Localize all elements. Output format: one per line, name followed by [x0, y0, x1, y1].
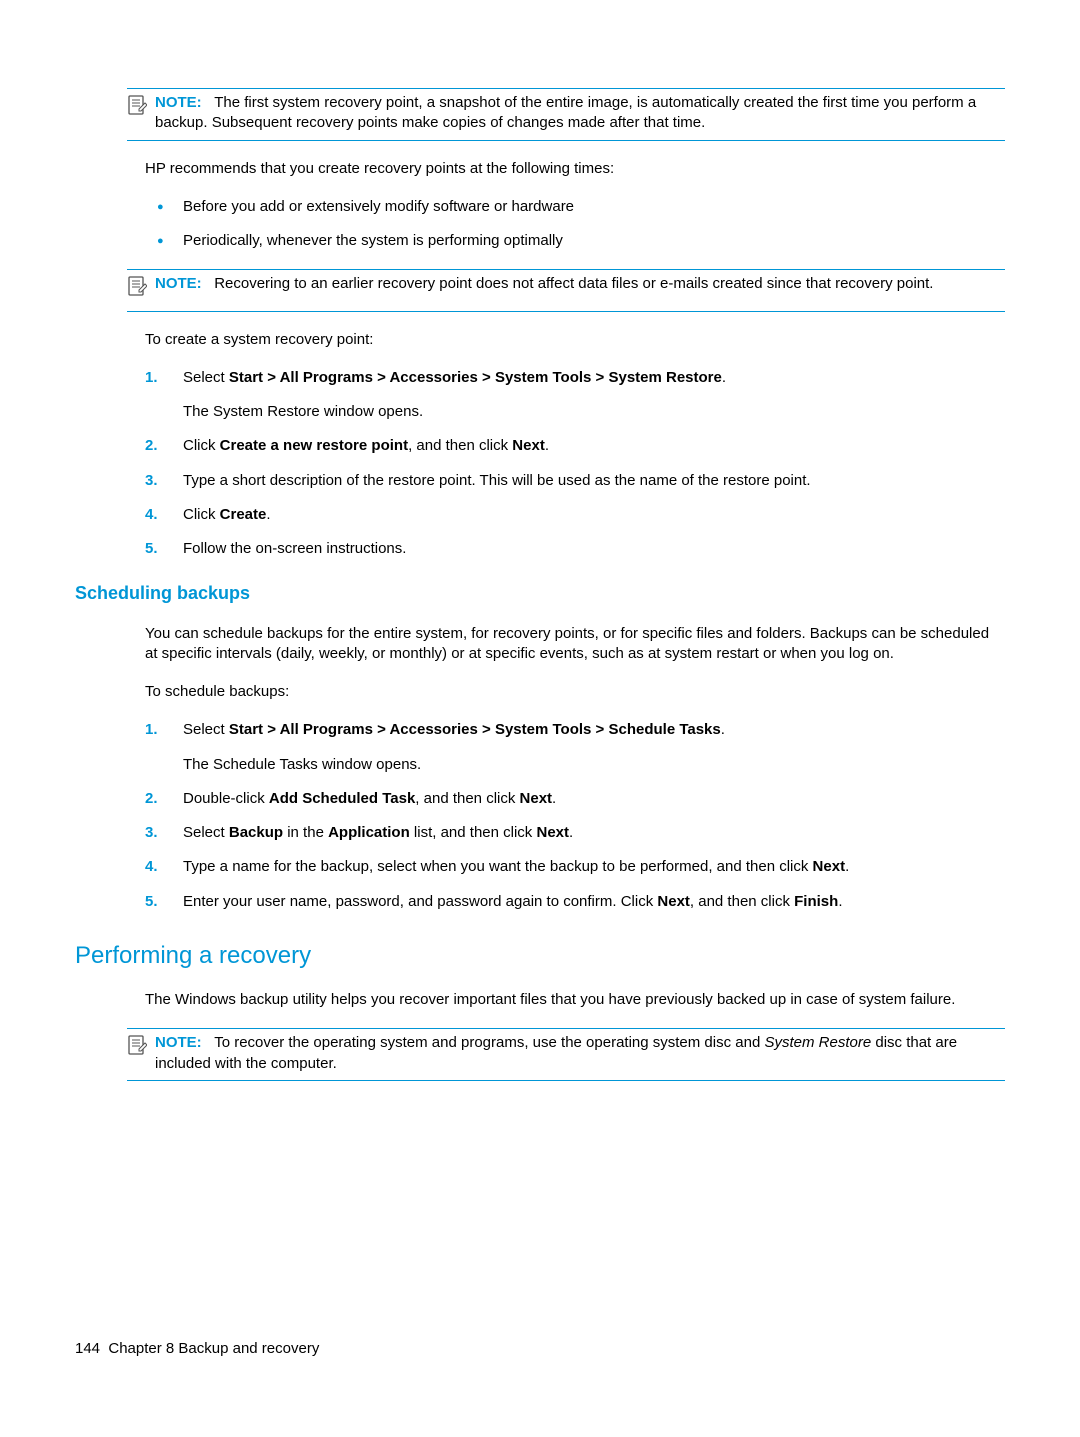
step-subtext: The Schedule Tasks window opens.: [183, 755, 1005, 775]
list-item: Enter your user name, password, and pass…: [145, 892, 1005, 912]
step-text: Double-click: [183, 790, 269, 807]
step-text: .: [266, 506, 270, 523]
note-body: Recovering to an earlier recovery point …: [214, 275, 933, 292]
page-footer: 144 Chapter 8 Backup and recovery: [75, 1339, 319, 1359]
note-text: NOTE: The first system recovery point, a…: [155, 93, 1005, 134]
step-bold: Start > All Programs > Accessories > Sys…: [229, 369, 722, 386]
note-text: NOTE: Recovering to an earlier recovery …: [155, 274, 1005, 304]
step-bold: Next: [520, 790, 553, 807]
document-page: NOTE: The first system recovery point, a…: [0, 0, 1080, 1437]
note-body-em: System Restore: [764, 1034, 871, 1051]
step-text: Type a name for the backup, select when …: [183, 858, 813, 875]
list-item: Select Start > All Programs > Accessorie…: [145, 720, 1005, 775]
step-text: .: [721, 721, 725, 738]
step-bold: Next: [657, 893, 690, 910]
ordered-list: Select Start > All Programs > Accessorie…: [145, 720, 1005, 912]
note-label: NOTE:: [155, 275, 202, 292]
step-text: Select: [183, 721, 229, 738]
note-box: NOTE: Recovering to an earlier recovery …: [127, 269, 1005, 311]
step-text: , and then click: [690, 893, 794, 910]
list-item: Click Create a new restore point, and th…: [145, 436, 1005, 456]
step-text: , and then click: [408, 437, 512, 454]
list-item: Before you add or extensively modify sof…: [145, 197, 1005, 217]
step-text: Enter your user name, password, and pass…: [183, 893, 657, 910]
step-bold: Next: [512, 437, 545, 454]
heading-scheduling: Scheduling backups: [75, 581, 1005, 605]
note-label: NOTE:: [155, 94, 202, 111]
paragraph: You can schedule backups for the entire …: [145, 624, 1005, 665]
step-bold: Next: [536, 824, 569, 841]
step-text: list, and then click: [410, 824, 537, 841]
list-item: Double-click Add Scheduled Task, and the…: [145, 789, 1005, 809]
step-text: .: [845, 858, 849, 875]
step-text: .: [545, 437, 549, 454]
step-text: Select: [183, 369, 229, 386]
step-bold: Finish: [794, 893, 838, 910]
step-bold: Application: [328, 824, 410, 841]
note-text: NOTE: To recover the operating system an…: [155, 1033, 1005, 1074]
page-content: NOTE: The first system recovery point, a…: [75, 88, 1005, 1081]
step-bold: Start > All Programs > Accessories > Sys…: [229, 721, 721, 738]
step-text: Click: [183, 506, 220, 523]
list-item: Click Create.: [145, 505, 1005, 525]
ordered-list: Select Start > All Programs > Accessorie…: [145, 368, 1005, 560]
note-body-pre: To recover the operating system and prog…: [214, 1034, 764, 1051]
list-item: Follow the on-screen instructions.: [145, 539, 1005, 559]
note-label: NOTE:: [155, 1034, 202, 1051]
step-bold: Create a new restore point: [220, 437, 408, 454]
step-text: in the: [283, 824, 328, 841]
note-icon: [127, 274, 155, 304]
paragraph: HP recommends that you create recovery p…: [145, 159, 1005, 179]
step-text: .: [569, 824, 573, 841]
step-subtext: The System Restore window opens.: [183, 402, 1005, 422]
step-text: .: [552, 790, 556, 807]
step-text: Click: [183, 437, 220, 454]
step-bold: Next: [813, 858, 846, 875]
note-icon: [127, 1033, 155, 1074]
note-icon: [127, 93, 155, 134]
bullet-list: Before you add or extensively modify sof…: [145, 197, 1005, 252]
step-bold: Create: [220, 506, 267, 523]
step-text: .: [722, 369, 726, 386]
list-item: Type a name for the backup, select when …: [145, 857, 1005, 877]
paragraph: To schedule backups:: [145, 682, 1005, 702]
list-item: Select Start > All Programs > Accessorie…: [145, 368, 1005, 423]
chapter-label: Chapter 8 Backup and recovery: [108, 1340, 319, 1357]
step-text: Select: [183, 824, 229, 841]
list-item: Select Backup in the Application list, a…: [145, 823, 1005, 843]
page-number: 144: [75, 1340, 100, 1357]
note-box: NOTE: The first system recovery point, a…: [127, 88, 1005, 141]
step-text: .: [838, 893, 842, 910]
paragraph: The Windows backup utility helps you rec…: [145, 990, 1005, 1010]
step-bold: Backup: [229, 824, 283, 841]
list-item: Periodically, whenever the system is per…: [145, 231, 1005, 251]
step-text: , and then click: [415, 790, 519, 807]
list-item: Type a short description of the restore …: [145, 471, 1005, 491]
note-body: The first system recovery point, a snaps…: [155, 94, 976, 131]
paragraph: To create a system recovery point:: [145, 330, 1005, 350]
heading-recovery: Performing a recovery: [75, 940, 1005, 972]
step-bold: Add Scheduled Task: [269, 790, 415, 807]
note-box: NOTE: To recover the operating system an…: [127, 1028, 1005, 1081]
